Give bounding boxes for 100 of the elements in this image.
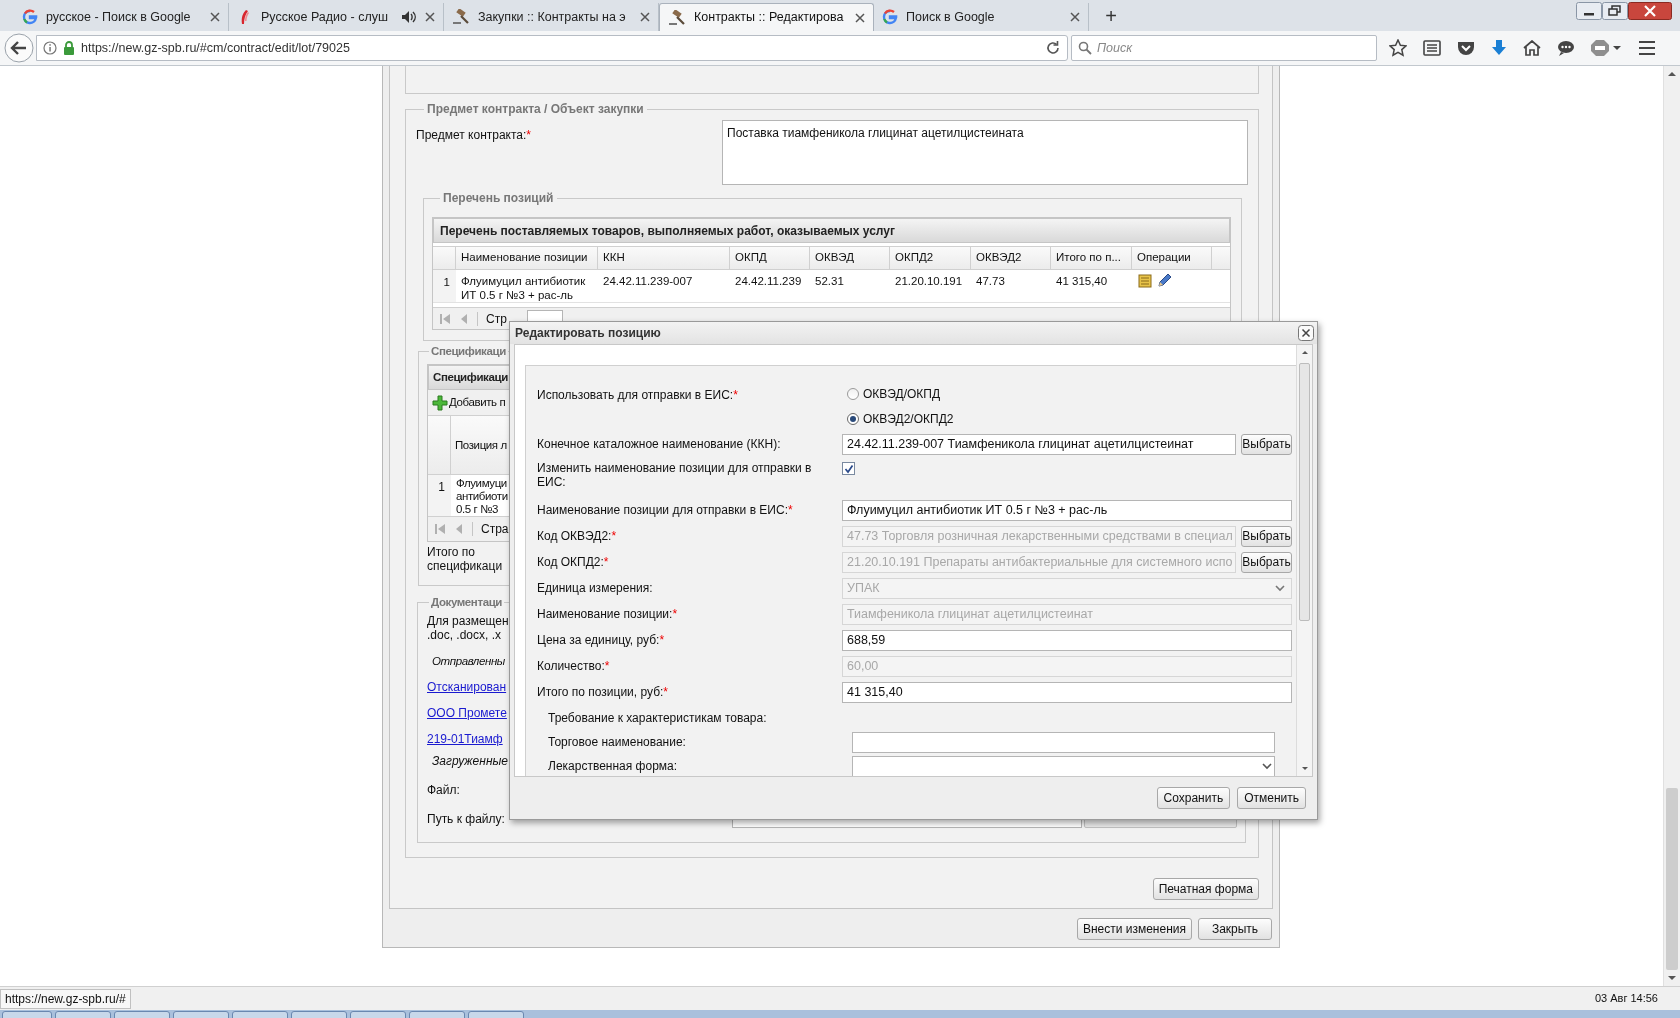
field-label: Торговое наименование: xyxy=(548,734,687,751)
column-header[interactable]: ОКПД xyxy=(730,247,810,269)
table-cell-text: 52.31 xyxy=(814,274,845,289)
pencil-icon[interactable] xyxy=(1156,273,1172,289)
close-icon[interactable] xyxy=(425,12,435,22)
field-label: Количество:* xyxy=(537,658,611,675)
close-icon[interactable] xyxy=(1070,12,1080,22)
radio-option[interactable]: ОКВЭД/ОКПД xyxy=(847,385,954,403)
total-label: Итого по xyxy=(427,545,475,560)
field-label: Наименование позиции для отправки в ЕИС:* xyxy=(537,502,794,519)
column-header[interactable]: Наименование позиции xyxy=(456,247,598,269)
dropdown-field[interactable] xyxy=(852,755,1275,776)
url-text: https://new.gz-spb.ru/#cm/contract/edit/lot/79025 xyxy=(81,39,351,57)
radio-button[interactable] xyxy=(847,413,859,425)
dialog-button[interactable]: Отменить xyxy=(1237,787,1306,809)
bookmark-star-icon[interactable] xyxy=(1389,39,1407,57)
table-cell-text: Флуимуцил антибиотик ИТ 0.5 г №3 + рас-ль xyxy=(460,274,587,302)
home-icon[interactable] xyxy=(1523,40,1541,56)
close-icon[interactable] xyxy=(855,12,865,23)
field-label: Цена за единицу, руб:* xyxy=(537,632,666,649)
dialog-button[interactable]: Сохранить xyxy=(1156,787,1231,809)
status-url: https://new.gz-spb.ru/# xyxy=(0,988,131,1009)
close-icon[interactable] xyxy=(640,12,650,22)
close-button[interactable] xyxy=(1628,2,1672,20)
input-field[interactable]: 24.42.11.239-007 Тиамфеникола глицинат ацетилцистеинат xyxy=(842,433,1236,455)
reading-list-icon[interactable] xyxy=(1423,40,1441,56)
column-header[interactable]: Позиция л xyxy=(451,416,511,475)
page-scrollbar[interactable] xyxy=(1663,66,1680,986)
print-form-button[interactable]: Печатная форма xyxy=(1152,877,1259,900)
taskbar-button[interactable] xyxy=(232,1011,288,1018)
minimize-button[interactable] xyxy=(1576,2,1602,20)
column-header[interactable]: Операции xyxy=(1132,247,1212,269)
dialog-title: Редактировать позицию xyxy=(515,325,661,342)
table-cell: антибиоти xyxy=(456,490,508,504)
field-label: Код ОКПД2:* xyxy=(537,554,610,571)
input-field[interactable]: Флуимуцил антибиотик ИТ 0.5 г №3 + рас-ль xyxy=(842,499,1292,521)
field-label: Файл: xyxy=(427,781,460,799)
speaker-icon[interactable] xyxy=(401,10,417,24)
column-header[interactable]: ОКПД2 xyxy=(890,247,971,269)
input-field[interactable]: 688,59 xyxy=(842,629,1292,651)
column-header[interactable]: ОКВЭД2 xyxy=(971,247,1051,269)
document-link[interactable]: Отсканирован xyxy=(427,677,507,696)
section-legend: Спецификаци xyxy=(429,343,508,361)
download-icon[interactable] xyxy=(1491,39,1507,57)
dialog-scrollbar[interactable] xyxy=(1296,345,1312,776)
field-label: Конечное каталожное наименование (ККН): xyxy=(537,436,782,453)
radio-button[interactable] xyxy=(847,388,859,400)
section-caption: Отправленны xyxy=(432,653,505,669)
taskbar-button[interactable] xyxy=(468,1011,524,1018)
clock-text: 03 Авг 14:56 xyxy=(1594,991,1659,1007)
restore-button[interactable] xyxy=(1602,2,1628,20)
section-legend: Документаци xyxy=(429,594,504,612)
column-header[interactable]: Итого по п... xyxy=(1051,247,1132,269)
gavel-icon xyxy=(668,9,686,26)
taskbar-button[interactable] xyxy=(350,1011,406,1018)
note-text: .doc, .docx, .x xyxy=(427,627,502,642)
column-header[interactable]: ККН xyxy=(598,247,730,269)
add-button[interactable]: Добавить п xyxy=(432,394,506,412)
scrollbar-thumb[interactable] xyxy=(1299,363,1310,621)
adblock-icon[interactable] xyxy=(1591,39,1621,57)
column-header[interactable]: ОКВЭД xyxy=(810,247,890,269)
close-button[interactable] xyxy=(1298,325,1314,341)
field-label: Лекарственная форма: xyxy=(548,758,679,775)
note-text: Для размещен xyxy=(427,613,509,628)
gavel-icon xyxy=(452,9,470,25)
input-field[interactable]: 41 315,40 xyxy=(842,681,1292,703)
radio-option[interactable]: ОКВЭД2/ОКПД2 xyxy=(847,410,954,428)
search-engine-icon xyxy=(22,9,38,25)
form-button[interactable]: Закрыть xyxy=(1198,917,1272,940)
taskbar-button[interactable] xyxy=(114,1011,170,1018)
document-link[interactable]: 219-01Тиамф xyxy=(427,729,503,748)
table-cell-text: 47.73 xyxy=(975,274,1006,289)
input-field[interactable] xyxy=(852,731,1275,753)
browser-tab[interactable]: Контракты :: Редактирова xyxy=(659,3,874,31)
total-label: спецификаци xyxy=(427,559,503,574)
scrollbar-thumb[interactable] xyxy=(1666,788,1678,970)
info-icon[interactable] xyxy=(43,41,57,55)
pocket-icon[interactable] xyxy=(1457,40,1475,56)
chat-icon[interactable] xyxy=(1557,40,1575,56)
reload-button[interactable] xyxy=(1045,40,1061,56)
checkbox[interactable] xyxy=(842,462,855,475)
taskbar-button[interactable] xyxy=(55,1011,111,1018)
text-area[interactable]: Поставка тиамфеникола глицинат ацетилцистеината xyxy=(722,120,1248,185)
taskbar-button[interactable] xyxy=(2,1011,52,1018)
row-number: 1 xyxy=(433,270,456,302)
new-tab-button[interactable]: + xyxy=(1099,4,1123,28)
taskbar-button[interactable] xyxy=(409,1011,465,1018)
field-label: Предмет контракта:* xyxy=(416,127,532,144)
address-bar[interactable]: https://new.gz-spb.ru/#cm/contract/edit/lot/79025 xyxy=(36,35,1068,61)
select-button[interactable]: Выбрать xyxy=(1241,433,1292,455)
table-cell-text: 41 315,40 xyxy=(1055,274,1109,289)
search-field[interactable]: Поиск xyxy=(1071,35,1377,61)
menu-icon[interactable] xyxy=(1637,40,1657,56)
back-button[interactable] xyxy=(4,33,34,63)
taskbar-button[interactable] xyxy=(291,1011,347,1018)
form-button[interactable]: Внести изменения xyxy=(1076,917,1192,940)
document-link[interactable]: ООО Промете xyxy=(427,703,507,722)
close-icon[interactable] xyxy=(210,12,220,22)
taskbar-button[interactable] xyxy=(173,1011,229,1018)
field-label: Код ОКВЭД2:* xyxy=(537,528,618,545)
